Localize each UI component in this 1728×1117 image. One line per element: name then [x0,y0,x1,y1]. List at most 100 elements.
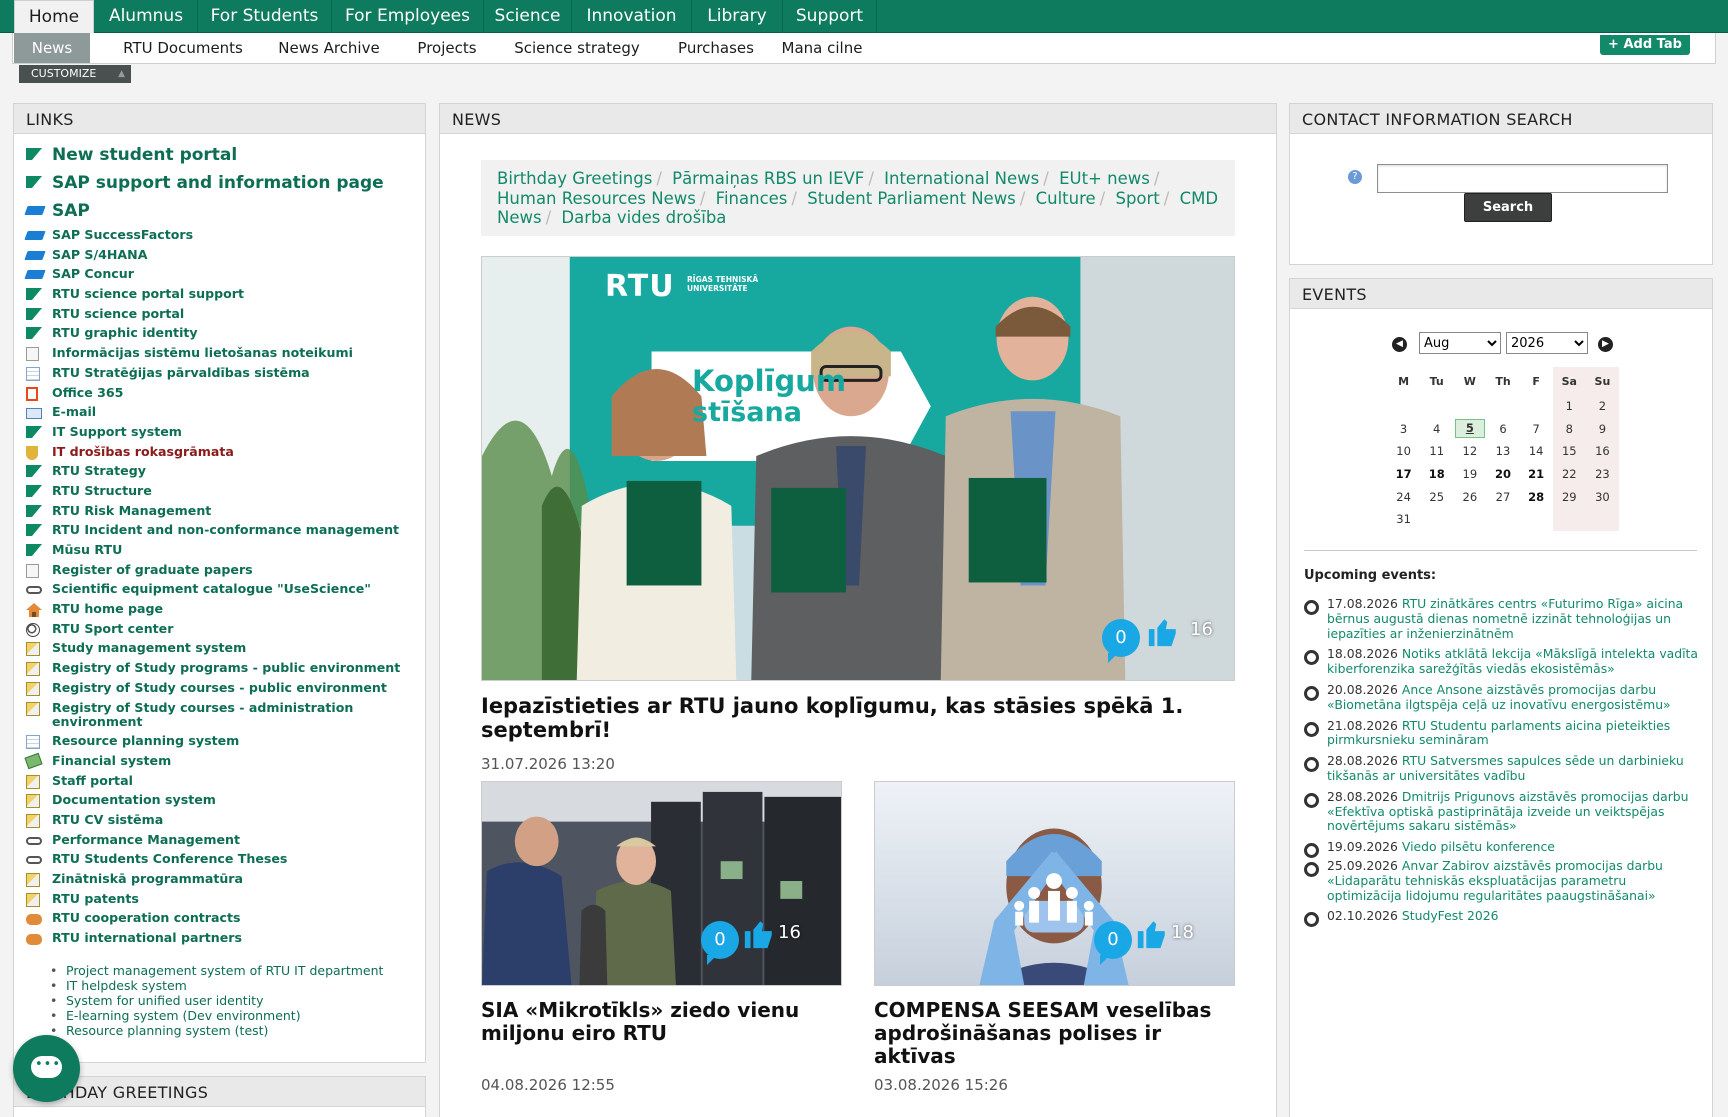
tab-news-archive[interactable]: News Archive [265,33,393,63]
link-item[interactable]: E-mail [26,405,417,420]
link-item[interactable]: Register of graduate papers [26,562,417,578]
link-item[interactable]: Documentation system [26,793,417,809]
link-item[interactable]: RTU home page [26,602,417,618]
calendar-day[interactable]: 23 [1585,462,1619,486]
link-item[interactable]: RTU Strategy [26,464,417,478]
add-tab-button[interactable]: + Add Tab [1600,35,1690,55]
link-item[interactable]: Scientific equipment catalogue "UseScien… [26,582,417,596]
calendar-day[interactable]: 3 [1387,418,1420,441]
news-category-link[interactable]: Culture [1036,189,1096,208]
calendar-day[interactable]: 2 [1585,395,1619,418]
event-title[interactable]: Viedo pilsētu konference [1402,839,1555,854]
calendar-day[interactable]: 24 [1387,485,1420,508]
calendar-day[interactable]: 22 [1552,462,1586,486]
event-item[interactable]: 19.09.2026 Viedo pilsētu konference [1304,839,1704,859]
news-category-link[interactable]: Finances [716,189,788,208]
link-item[interactable]: Study management system [26,641,417,657]
external-link[interactable]: Resource planning system (test) [50,1023,415,1038]
calendar-day[interactable]: 7 [1520,418,1553,441]
link-item[interactable]: RTU Risk Management [26,503,417,518]
link-item[interactable]: Resource planning system [26,734,417,750]
news-category-link[interactable]: EUt+ news [1059,169,1150,188]
link-item[interactable]: Registry of Study programs - public envi… [26,661,417,677]
help-icon[interactable]: ? [1348,170,1362,184]
tab-mana-cilne[interactable]: Mana cilne [779,33,865,63]
link-item[interactable]: Registry of Study courses - administrati… [26,700,417,729]
calendar-day[interactable]: 1 [1552,395,1586,418]
news-category-link[interactable]: Darba vides drošība [561,208,726,227]
calendar-day[interactable]: 11 [1420,440,1453,463]
news-category-link[interactable]: Sport [1115,189,1159,208]
link-item[interactable]: IT drošības rokasgrāmata [26,444,417,460]
news-category-link[interactable]: Pārmaiņas RBS un IEVF [672,169,864,188]
calendar-day[interactable]: 15 [1552,440,1586,463]
news-category-link[interactable]: Birthday Greetings [497,169,652,188]
calendar-day[interactable]: 14 [1520,440,1553,463]
tab-projects[interactable]: Projects [401,33,493,63]
tab-rtu-documents[interactable]: RTU Documents [109,33,257,63]
calendar-day[interactable]: 17 [1387,463,1420,486]
calendar-day[interactable]: 26 [1453,485,1486,508]
like-thumb-icon[interactable] [742,917,776,951]
event-item[interactable]: 17.08.2026 RTU zinātkāres centrs «Futuri… [1304,596,1704,641]
link-item[interactable]: Registry of Study courses - public envir… [26,680,417,696]
tab-science-strategy[interactable]: Science strategy [501,33,653,63]
link-item[interactable]: New student portal [26,144,417,166]
like-thumb-icon[interactable] [1146,615,1180,649]
link-item[interactable]: RTU patents [26,891,417,907]
nav-home[interactable]: Home [14,0,94,34]
news-category-link[interactable]: Human Resources News [497,189,696,208]
calendar-day[interactable]: 5 [1453,418,1486,441]
calendar-day[interactable]: 30 [1585,485,1619,508]
news-category-link[interactable]: Student Parliament News [807,189,1016,208]
comments-bubble[interactable]: 0 [1102,619,1140,663]
chat-bubble-button[interactable] [13,1035,80,1102]
event-item[interactable]: 20.08.2026 Ance Ansone aizstāvēs promoci… [1304,682,1704,713]
link-item[interactable]: RTU cooperation contracts [26,911,417,926]
featured-news-image[interactable]: RTU RĪGAS TEHNISKĀ UNIVERSITĀTE Koplīgum… [481,256,1235,681]
external-link[interactable]: Project management system of RTU IT depa… [50,963,415,978]
customize-button[interactable]: CUSTOMIZE ▲ [19,65,131,83]
calendar-day[interactable]: 13 [1486,440,1519,463]
like-thumb-icon[interactable] [1135,917,1169,951]
link-item[interactable]: Zinātniskā programmatūra [26,872,417,887]
calendar-day[interactable]: 29 [1552,485,1586,508]
year-select[interactable]: 2026 [1506,332,1588,354]
calendar-day[interactable]: 9 [1585,417,1619,441]
calendar-day[interactable]: 8 [1552,417,1586,441]
event-item[interactable]: 02.10.2026 StudyFest 2026 [1304,908,1704,928]
calendar-day[interactable]: 31 [1387,508,1420,531]
link-item[interactable]: RTU Structure [26,483,417,498]
event-item[interactable]: 18.08.2026 Notiks atklātā lekcija «Māksl… [1304,646,1704,677]
calendar-day[interactable]: 10 [1387,440,1420,463]
news-card-title[interactable]: COMPENSA SEESAM veselības apdrošināšanas… [874,999,1235,1068]
featured-news-title[interactable]: Iepazīstieties ar RTU jauno koplīgumu, k… [481,694,1235,742]
nav-support[interactable]: Support [783,0,877,33]
calendar-day[interactable]: 4 [1420,418,1453,441]
calendar-day[interactable]: 16 [1585,440,1619,463]
link-item[interactable]: IT Support system [26,424,417,439]
calendar-day[interactable]: 18 [1420,463,1453,486]
event-item[interactable]: 28.08.2026 RTU Satversmes sapulces sēde … [1304,753,1704,784]
event-item[interactable]: 21.08.2026 RTU Studentu parlaments aicin… [1304,718,1704,749]
news-card-title[interactable]: SIA «Mikrotīkls» ziedo vienu miljonu eir… [481,999,842,1045]
prev-month-icon[interactable]: ◀ [1392,337,1407,352]
link-item[interactable]: Staff portal [26,773,417,789]
link-item[interactable]: Office 365 [26,385,417,401]
calendar-day[interactable]: 28 [1520,485,1553,508]
link-item[interactable]: SAP Concur [24,267,417,281]
tab-news[interactable]: News [14,33,90,63]
nav-innovation[interactable]: Innovation [572,0,692,33]
news-category-link[interactable]: International News [884,169,1039,188]
next-month-icon[interactable]: ▶ [1598,337,1613,352]
event-item[interactable]: 25.09.2026 Anvar Zabirov aizstāvēs promo… [1304,858,1704,903]
external-link[interactable]: IT helpdesk system [50,978,415,993]
link-item[interactable]: RTU international partners [26,931,417,946]
link-item[interactable]: Financial system [24,752,417,770]
comments-bubble[interactable]: 0 [701,921,739,965]
contact-search-input[interactable] [1377,164,1668,193]
nav-for-students[interactable]: For Students [198,0,332,33]
search-button[interactable]: Search [1464,193,1552,222]
calendar-day[interactable]: 25 [1420,485,1453,508]
nav-science[interactable]: Science [484,0,572,33]
